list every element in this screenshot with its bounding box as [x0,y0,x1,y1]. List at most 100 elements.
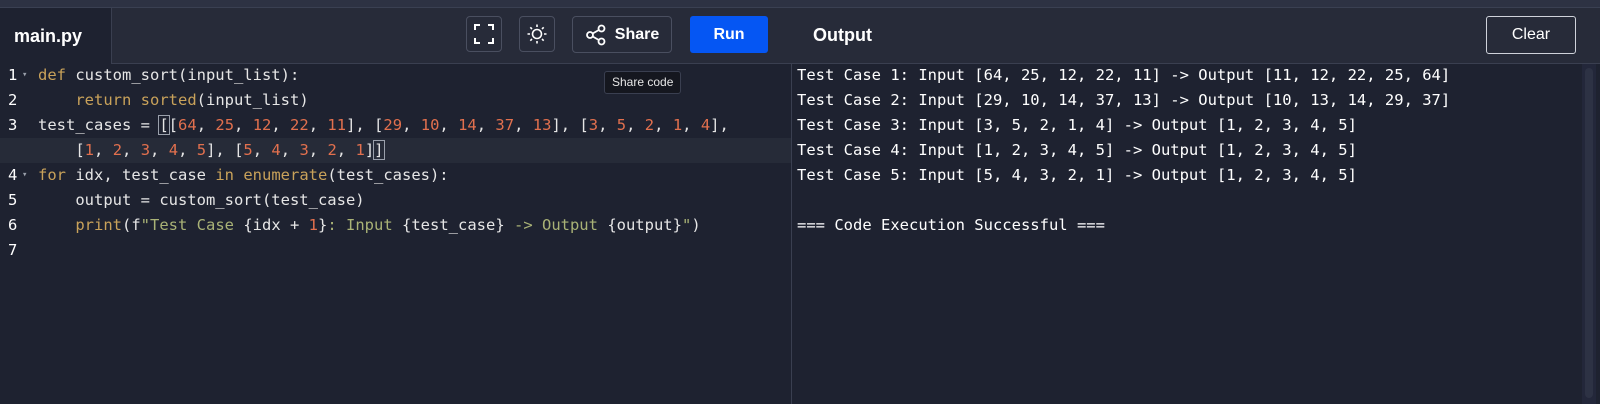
share-tooltip: Share code [604,71,682,94]
code-text: output = custom_sort(test_case) [38,188,365,213]
output-line: Test Case 1: Input [64, 25, 12, 22, 11] … [797,66,1451,84]
line-number: 7 [8,241,18,259]
code-token: ] [364,141,375,159]
code-token: 3 [140,141,151,159]
code-token: , [308,116,328,134]
code-token: idx, test_case [66,166,216,184]
output-line: Test Case 2: Input [29, 10, 14, 37, 13] … [797,91,1451,109]
code-token: 37 [495,116,515,134]
share-icon [585,24,606,45]
theme-toggle-button[interactable] [519,16,555,52]
code-token: , [196,116,216,134]
code-token: 10 [420,116,440,134]
code-token: output = custom_sort(test_case) [38,191,365,209]
output-title: Output [813,25,872,45]
code-token: " [681,216,692,234]
fold-caret-icon[interactable]: ▾ [22,63,27,88]
code-token: enumerate [243,166,328,184]
code-token: (test_cases): [327,166,449,184]
code-text: def custom_sort(input_list): [38,63,299,88]
code-token: 25 [215,116,235,134]
output-line: === Code Execution Successful === [797,216,1105,234]
code-token: 1 [355,141,365,159]
code-token: {output} [607,216,682,234]
fullscreen-button[interactable] [466,16,502,52]
code-token: 22 [290,116,309,134]
code-token: ], [710,116,729,134]
code-token: (input_list) [196,91,309,109]
code-token: , [280,141,300,159]
file-tab-main-py[interactable]: main.py [0,8,112,64]
code-token: 5 [616,116,627,134]
output-line: Test Case 4: Input [1, 2, 3, 4, 5] -> Ou… [797,141,1357,159]
code-token: [ [38,141,85,159]
code-line[interactable]: [1, 2, 3, 4, 5], [5, 4, 3, 2, 1]] [0,138,791,163]
code-token: 13 [532,116,552,134]
code-token: return [75,91,132,109]
code-token: 11 [327,116,347,134]
clear-button[interactable]: Clear [1486,16,1576,54]
code-token: print [75,216,122,234]
code-token: , [336,141,356,159]
code-token: 4 [271,141,281,159]
line-number: 6 [8,216,18,234]
code-token: custom_sort(input_list): [66,66,300,84]
code-token: {test_case} [402,216,505,234]
code-token: 5 [196,141,207,159]
share-button-label: Share [614,25,660,43]
code-token: for [38,166,66,184]
output-line: Test Case 5: Input [5, 4, 3, 2, 1] -> Ou… [797,166,1357,184]
code-token: 2 [644,116,655,134]
line-number: 4 [8,166,18,184]
sun-icon [527,24,547,44]
line-number: 5 [8,191,18,209]
code-token: , [402,116,421,134]
panel-divider[interactable] [791,64,792,404]
run-button[interactable]: Run [690,16,768,53]
code-line[interactable]: 5 output = custom_sort(test_case) [0,188,791,213]
line-number: 2 [8,91,18,109]
output-scroll-thumb[interactable] [1585,68,1593,398]
code-token: , [271,116,291,134]
code-token: 2 [112,141,123,159]
toolbar [0,8,1600,64]
code-token: , [514,116,533,134]
code-token: , [150,141,169,159]
code-token: ) [691,216,701,234]
output-console: Test Case 1: Input [64, 25, 12, 22, 11] … [797,63,1577,238]
code-line[interactable]: 7 [0,238,791,263]
code-token: 5 [243,141,253,159]
clear-button-label: Clear [1511,26,1551,43]
code-token: , [439,116,459,134]
code-token: (f [122,216,141,234]
share-button[interactable]: Share [572,16,672,53]
code-token: , [234,116,253,134]
code-token: test_cases = [38,116,160,134]
fullscreen-icon [474,24,494,44]
code-token: , [598,116,617,134]
code-token: 12 [252,116,272,134]
code-text: for idx, test_case in enumerate(test_cas… [38,163,449,188]
code-line[interactable]: 3 test_cases = [[64, 25, 12, 22, 11], [29… [0,113,791,138]
line-number: 1 [8,66,18,84]
code-token: : Input [327,216,402,234]
code-token: 1 [84,141,95,159]
code-text: test_cases = [[64, 25, 12, 22, 11], [29,… [38,113,729,138]
code-line[interactable]: 4 ▾ for idx, test_case in enumerate(test_c… [0,163,791,188]
code-token: -> Output [504,216,608,234]
code-token: 64 [178,116,197,134]
code-line[interactable]: 6 print(f"Test Case {idx + 1}: Input {te… [0,213,791,238]
code-token: "Test Case [140,216,244,234]
code-token: , [178,141,197,159]
code-token: , [308,141,328,159]
code-token: sorted [140,91,197,109]
fold-caret-icon[interactable]: ▾ [22,163,27,188]
code-token: , [476,116,496,134]
code-editor[interactable]: 1 ▾ def custom_sort(input_list): 2 return s… [0,63,791,404]
output-line: Test Case 3: Input [3, 5, 2, 1, 4] -> Ou… [797,116,1357,134]
code-token: } [318,216,328,234]
